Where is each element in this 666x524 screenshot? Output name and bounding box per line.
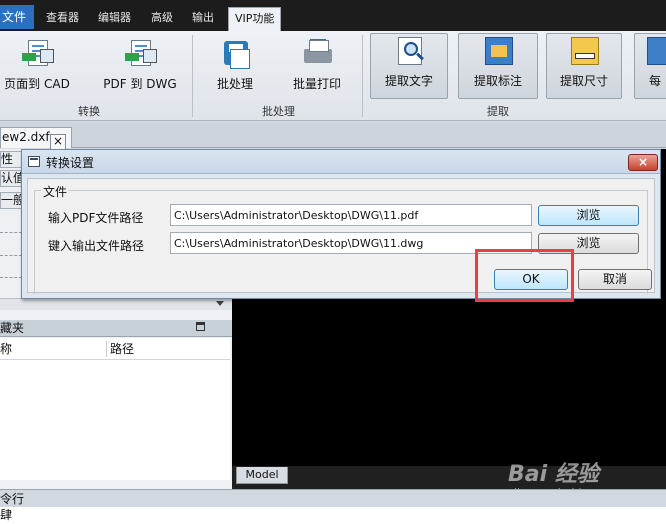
extract-text-button[interactable]: 提取文字 xyxy=(370,33,448,99)
extract-text-label: 提取文字 xyxy=(384,74,433,88)
scroll-down-icon[interactable] xyxy=(216,301,224,306)
property-row: 一般 xyxy=(0,192,22,209)
file-group-title: 文件 xyxy=(41,183,70,200)
favorites-header: 藏夹 xyxy=(0,320,232,337)
document-tab-strip: ew2.dxf × xyxy=(0,122,666,150)
menu-file[interactable]: 文件 xyxy=(0,5,34,29)
browse-input-button[interactable]: 浏览 xyxy=(538,205,639,226)
menu-viewer[interactable]: 查看器 xyxy=(40,7,85,31)
page-to-cad-button[interactable]: 页面到 CAD xyxy=(0,37,74,101)
batch-label: 批处理 xyxy=(216,77,253,91)
group-label-batch: 批处理 xyxy=(262,105,295,118)
input-path-label: 输入PDF文件路径 xyxy=(48,211,144,225)
favorites-list xyxy=(0,360,230,480)
pin-icon[interactable] xyxy=(196,322,205,331)
extract-mark-label: 提取标注 xyxy=(473,74,522,88)
group-label-extract: 提取 xyxy=(487,105,509,118)
disk-icon xyxy=(218,39,252,71)
extract-mark-icon xyxy=(481,36,515,68)
row-divider xyxy=(0,277,22,278)
watermark-logo: Bai 经验 xyxy=(508,462,599,487)
column-separator xyxy=(106,341,107,357)
command-line-header: 令行 xyxy=(0,489,666,507)
menu-output[interactable]: 输出 xyxy=(186,7,220,31)
ribbon: 页面到 CAD PDF 到 DWG 转换 批处理 批量打印 批处理 提取文字 提… xyxy=(0,31,666,121)
menu-vip[interactable]: VIP功能 xyxy=(228,7,282,31)
partial-button-icon xyxy=(647,36,666,68)
column-name[interactable]: 称 xyxy=(0,338,12,360)
cancel-button[interactable]: 取消 xyxy=(578,269,652,290)
extract-text-icon xyxy=(392,36,426,68)
extract-size-icon xyxy=(567,36,601,68)
pdf-to-dwg-icon xyxy=(123,39,157,71)
property-row: 认值 xyxy=(0,170,22,187)
property-row: 性 xyxy=(0,151,22,168)
partial-ribbon-button[interactable]: 每 xyxy=(634,33,666,99)
close-icon[interactable]: × xyxy=(628,154,658,171)
menu-bar: 文件 查看器 编辑器 高级 输出 VIP功能 xyxy=(0,0,666,31)
output-path-label: 键入输出文件路径 xyxy=(48,239,145,253)
page-to-cad-label: 页面到 CAD xyxy=(4,77,70,91)
document-tab-label: ew2.dxf xyxy=(2,130,50,144)
menu-editor[interactable]: 编辑器 xyxy=(92,7,137,31)
favorites-title: 藏夹 xyxy=(0,321,25,335)
properties-scrollbar[interactable] xyxy=(0,298,232,310)
extract-size-button[interactable]: 提取尺寸 xyxy=(546,33,622,99)
pdf-to-dwg-label: PDF 到 DWG xyxy=(103,77,177,91)
page-to-cad-icon xyxy=(20,39,54,71)
app-icon xyxy=(28,156,40,167)
input-path-field[interactable] xyxy=(170,204,532,226)
row-divider xyxy=(0,232,22,233)
favorites-columns: 称 路径 xyxy=(0,338,230,360)
batch-print-label: 批量打印 xyxy=(292,77,341,91)
dialog-title-bar[interactable]: 转换设置 × xyxy=(22,150,660,174)
ribbon-separator xyxy=(362,35,363,117)
column-path[interactable]: 路径 xyxy=(110,338,134,360)
ribbon-separator xyxy=(192,35,193,117)
dialog-title: 转换设置 xyxy=(46,156,95,170)
group-label-convert: 转换 xyxy=(78,105,100,118)
extract-mark-button[interactable]: 提取标注 xyxy=(458,33,538,99)
batch-button[interactable]: 批处理 xyxy=(198,37,272,101)
menu-advanced[interactable]: 高级 xyxy=(145,7,179,31)
batch-print-button[interactable]: 批量打印 xyxy=(280,37,354,101)
command-line[interactable]: 肆 xyxy=(0,507,666,524)
partial-button-label: 每 xyxy=(649,74,662,88)
model-tab[interactable]: Model xyxy=(236,467,288,484)
ok-highlight-box xyxy=(475,249,574,302)
printer-icon xyxy=(300,39,334,71)
pdf-to-dwg-button[interactable]: PDF 到 DWG xyxy=(102,37,178,101)
document-tab[interactable]: ew2.dxf × xyxy=(0,127,72,150)
tab-close-icon[interactable]: × xyxy=(50,134,66,150)
extract-size-label: 提取尺寸 xyxy=(559,74,608,88)
row-divider xyxy=(0,255,22,256)
